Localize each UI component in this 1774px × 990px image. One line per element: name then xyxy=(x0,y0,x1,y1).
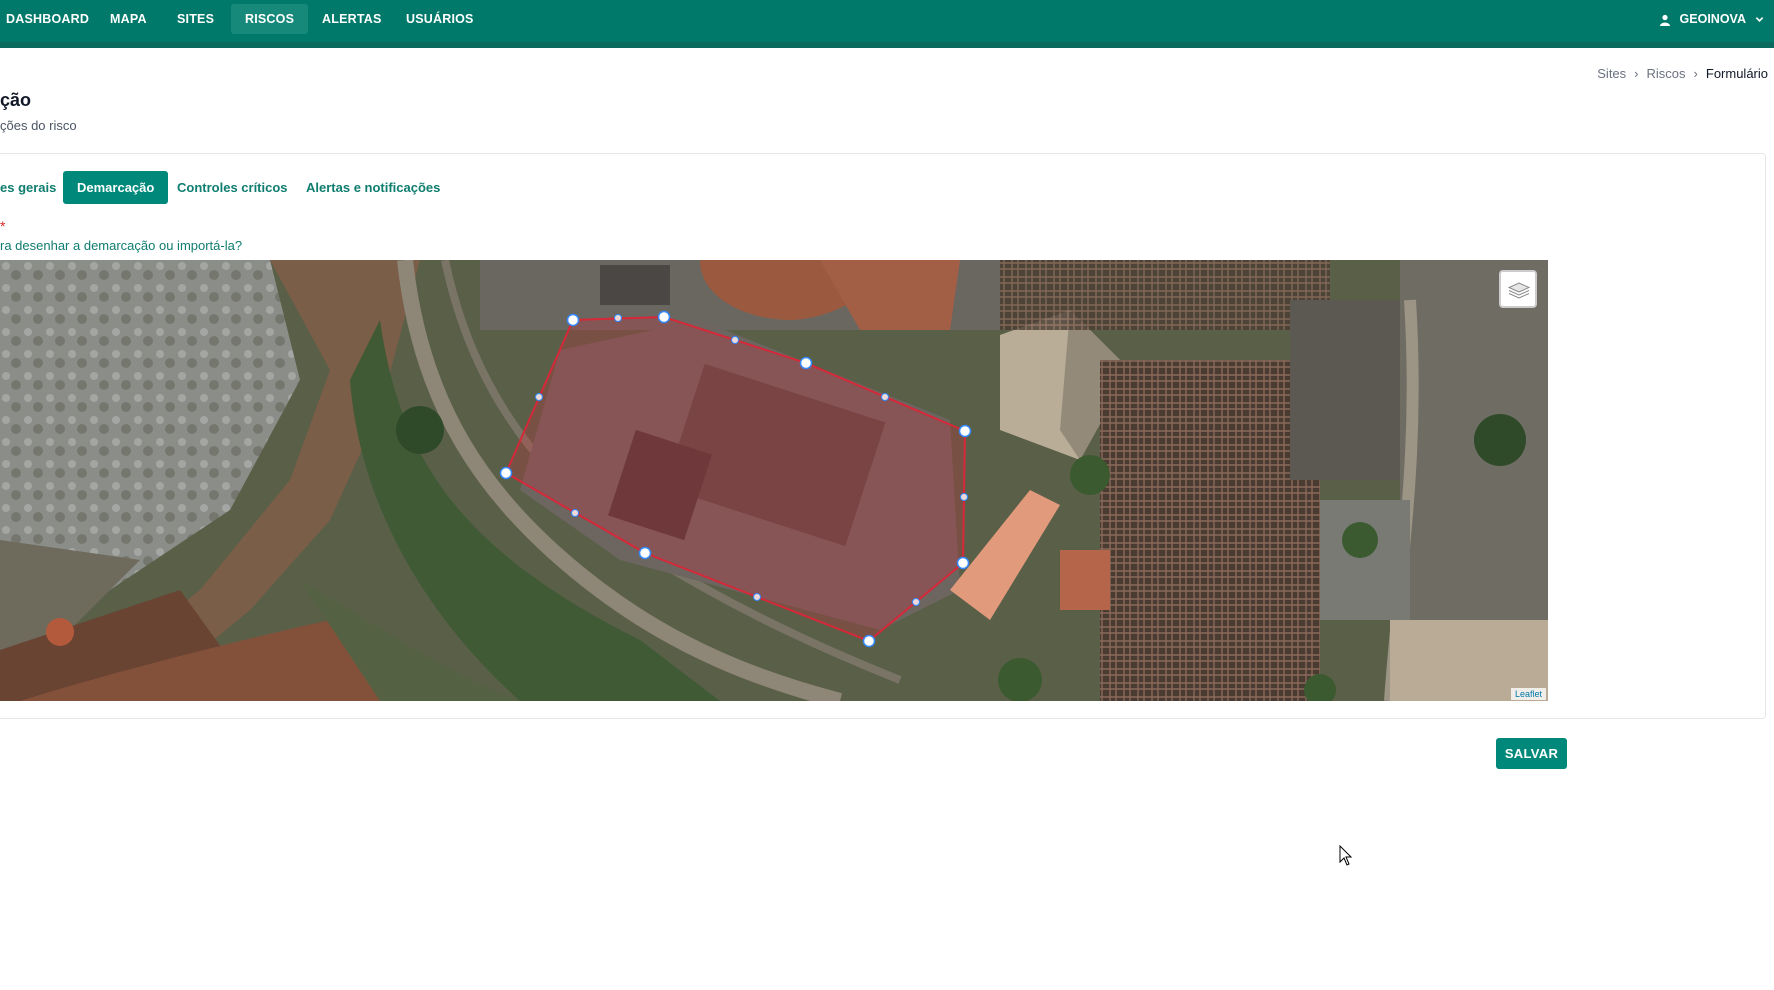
vertex-handle[interactable] xyxy=(638,546,652,560)
vertex-handle[interactable] xyxy=(956,556,970,570)
breadcrumb-separator-icon: › xyxy=(1634,66,1639,81)
breadcrumb-separator-icon: › xyxy=(1693,66,1698,81)
breadcrumb-sites[interactable]: Sites xyxy=(1597,66,1626,81)
map-container[interactable] xyxy=(0,260,1548,701)
breadcrumb-riscos[interactable]: Riscos xyxy=(1647,66,1686,81)
page-title: ção xyxy=(0,90,32,110)
tab-informacoes-gerais[interactable]: es gerais xyxy=(0,171,70,204)
nav-mapa[interactable]: MAPA xyxy=(96,4,161,34)
midpoint-handle[interactable] xyxy=(881,393,889,401)
midpoint-handle[interactable] xyxy=(912,598,920,606)
nav-usuarios[interactable]: USUÁRIOS xyxy=(392,4,488,34)
demarcation-polygon[interactable] xyxy=(504,315,967,643)
map-attribution-link[interactable]: Leaflet xyxy=(1511,688,1547,700)
midpoint-handle[interactable] xyxy=(731,336,739,344)
layers-control-button[interactable] xyxy=(1499,270,1537,308)
user-name: GEOINOVA xyxy=(1679,12,1746,26)
top-navbar: DASHBOARD MAPA SITES RISCOS ALERTAS USUÁ… xyxy=(0,0,1774,48)
vertex-handle[interactable] xyxy=(799,356,813,370)
mouse-cursor-icon xyxy=(1339,844,1353,872)
breadcrumb-current: Formulário xyxy=(1705,66,1768,81)
demarcation-layer[interactable] xyxy=(0,260,1548,701)
midpoint-handle[interactable] xyxy=(614,314,622,322)
breadcrumb: Sites › Riscos › Formulário xyxy=(1597,66,1768,81)
user-menu[interactable]: GEOINOVA xyxy=(1659,4,1764,34)
nav-riscos[interactable]: RISCOS xyxy=(231,4,309,34)
tab-controles-criticos[interactable]: Controles críticos xyxy=(163,171,302,204)
tab-alertas-notificacoes[interactable]: Alertas e notificações xyxy=(292,171,454,204)
nav-alertas[interactable]: ALERTAS xyxy=(308,4,396,34)
save-button[interactable]: SALVAR xyxy=(1496,738,1567,769)
nav-sites[interactable]: SITES xyxy=(163,4,228,34)
chevron-down-icon xyxy=(1755,12,1764,26)
midpoint-handle[interactable] xyxy=(753,593,761,601)
user-icon xyxy=(1659,12,1674,26)
required-marker: * xyxy=(0,218,6,234)
page-subtitle: ções do risco xyxy=(0,118,77,133)
vertex-handle[interactable] xyxy=(499,466,513,480)
tab-demarcacao[interactable]: Demarcação xyxy=(63,171,169,204)
vertex-handle[interactable] xyxy=(958,424,972,438)
midpoint-handle[interactable] xyxy=(571,509,579,517)
vertex-handle[interactable] xyxy=(862,634,876,648)
vertex-handle[interactable] xyxy=(566,313,580,327)
midpoint-handle[interactable] xyxy=(535,393,543,401)
midpoint-handle[interactable] xyxy=(960,493,968,501)
help-link[interactable]: ra desenhar a demarcação ou importá-la? xyxy=(0,238,242,253)
vertex-handle[interactable] xyxy=(657,310,671,324)
nav-dashboard[interactable]: DASHBOARD xyxy=(0,4,103,34)
